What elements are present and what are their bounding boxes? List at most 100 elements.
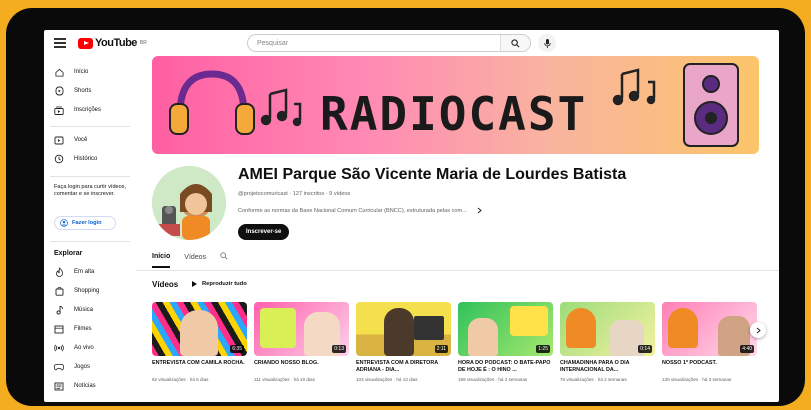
video-shelf: 6:35 ENTREVISTA COM CAMILA ROCHA. 62 vis… — [152, 302, 762, 402]
gaming-icon — [54, 362, 64, 372]
sidebar-item-shopping[interactable]: Shopping — [54, 285, 99, 297]
video-duration: 0:13 — [332, 345, 346, 353]
headphones-icon — [169, 70, 255, 135]
sidebar-item-trending[interactable]: Em alta — [54, 266, 94, 278]
tab-home[interactable]: Início — [152, 253, 171, 268]
sidebar-divider — [50, 241, 130, 242]
video-meta: 75 visualizações · há 2 semanas — [560, 377, 627, 382]
movies-icon — [54, 324, 64, 334]
video-card[interactable]: 0:13 CRIANDO NOSSO BLOG. 111 visualizaçõ… — [254, 302, 349, 382]
search-icon — [220, 252, 228, 260]
video-card[interactable]: 0:14 CHAMADINHA PARA O DIA INTERNACIONAL… — [560, 302, 655, 382]
sidebar-item-history[interactable]: Histórico — [54, 153, 97, 165]
sidebar-item-label: Música — [74, 307, 94, 313]
shelf-next-button[interactable] — [750, 322, 766, 338]
sidebar-item-subscriptions[interactable]: Inscrições — [54, 104, 101, 116]
play-icon — [192, 281, 197, 287]
home-icon — [54, 67, 64, 77]
tab-videos[interactable]: Vídeos — [184, 254, 206, 267]
tabs-divider — [136, 270, 779, 271]
video-thumbnail[interactable]: 6:35 — [152, 302, 247, 356]
video-duration: 6:35 — [230, 345, 244, 353]
channel-description[interactable]: Conforme as normas da Base Nacional Comu… — [238, 207, 482, 214]
sidebar-item-label: Shorts — [74, 88, 92, 94]
youtube-play-icon — [78, 37, 93, 49]
microphone-icon — [543, 38, 551, 48]
sidebar-item-label: Histórico — [74, 156, 98, 162]
chevron-right-icon — [477, 207, 482, 214]
video-title[interactable]: CHAMADINHA PARA O DIA INTERNACIONAL DA..… — [560, 360, 655, 374]
chevron-right-icon — [756, 327, 761, 333]
video-duration: 0:14 — [638, 345, 652, 353]
sidebar-item-home[interactable]: Início — [54, 66, 88, 78]
sidebar-item-movies[interactable]: Filmes — [54, 323, 92, 335]
sidebar-item-music[interactable]: Música — [54, 304, 93, 316]
video-duration: 1:25 — [536, 345, 550, 353]
news-icon — [54, 381, 64, 391]
banner-title: RADIOCAST — [320, 87, 587, 141]
channel-tabs: Início Vídeos — [152, 252, 228, 268]
video-meta: 111 visualizações · há 10 dias — [254, 377, 315, 382]
play-all-button[interactable]: Reproduzir tudo — [192, 281, 247, 287]
video-meta: 159 visualizações · há 2 semanas — [458, 377, 528, 382]
youtube-logo[interactable]: YouTube BR — [78, 37, 147, 49]
sidebar-item-live[interactable]: Ao vivo — [54, 342, 94, 354]
account-icon — [60, 219, 68, 227]
video-duration: 2:11 — [434, 345, 448, 353]
sidebar-item-you[interactable]: Você — [54, 134, 87, 146]
video-title[interactable]: HORA DO PODCAST: O BATE-PAPO DE HOJE É :… — [458, 360, 553, 374]
video-card[interactable]: 6:35 ENTREVISTA COM CAMILA ROCHA. 62 vis… — [152, 302, 247, 382]
sidebar: Início Shorts Inscrições Você Histórico … — [44, 58, 136, 402]
shopping-icon — [54, 286, 64, 296]
music-note-icon — [612, 68, 656, 106]
video-thumbnail[interactable]: 0:14 — [560, 302, 655, 356]
logo-text: YouTube — [95, 37, 137, 49]
search-icon — [511, 38, 520, 47]
video-meta: 103 visualizações · há 13 dias — [356, 377, 418, 382]
sidebar-divider — [50, 126, 130, 127]
sidebar-item-label: Em alta — [74, 269, 95, 275]
menu-icon[interactable] — [54, 38, 66, 48]
video-meta: 130 visualizações · há 3 semanas — [662, 377, 732, 382]
video-meta: 62 visualizações · há 5 dias — [152, 377, 209, 382]
channel-search-button[interactable] — [220, 252, 228, 268]
sidebar-item-label: Jogos — [74, 364, 91, 370]
video-title[interactable]: ENTREVISTA COM CAMILA ROCHA. — [152, 360, 247, 374]
banner-art: RADIOCAST — [169, 63, 739, 147]
video-card[interactable]: 2:11 ENTREVISTA COM A DIRETORA ADRIANA -… — [356, 302, 451, 382]
speaker-icon — [683, 63, 739, 147]
music-icon — [54, 305, 64, 315]
sidebar-item-label: Notícias — [74, 383, 96, 389]
search-button[interactable] — [500, 35, 530, 51]
sidebar-item-gaming[interactable]: Jogos — [54, 361, 90, 373]
video-card[interactable]: 1:25 HORA DO PODCAST: O BATE-PAPO DE HOJ… — [458, 302, 553, 382]
voice-search-button[interactable] — [538, 34, 556, 52]
video-thumbnail[interactable]: 1:25 — [458, 302, 553, 356]
sidebar-divider — [50, 176, 130, 177]
music-note-icon — [260, 88, 302, 127]
subscriptions-icon — [54, 105, 64, 115]
search-input[interactable]: Pesquisar — [248, 35, 500, 51]
video-card[interactable]: 4:40 NOSSO 1º PODCAST. 130 visualizações… — [662, 302, 757, 382]
sidebar-item-news[interactable]: Notícias — [54, 380, 96, 392]
video-thumbnail[interactable]: 2:11 — [356, 302, 451, 356]
history-icon — [54, 154, 64, 164]
subscribe-button[interactable]: Inscrever-se — [238, 224, 290, 240]
video-thumbnail[interactable]: 4:40 — [662, 302, 757, 356]
play-all-label: Reproduzir tudo — [202, 281, 247, 287]
sidebar-item-label: Ao vivo — [74, 345, 94, 351]
video-duration: 4:40 — [740, 345, 754, 353]
login-button-label: Fazer login — [72, 220, 102, 226]
video-title[interactable]: ENTREVISTA COM A DIRETORA ADRIANA - DIA.… — [356, 360, 451, 374]
avatar-illustration — [152, 166, 226, 240]
sidebar-item-shorts[interactable]: Shorts — [54, 85, 91, 97]
video-thumbnail[interactable]: 0:13 — [254, 302, 349, 356]
video-title[interactable]: NOSSO 1º PODCAST. — [662, 360, 757, 374]
channel-avatar[interactable] — [152, 166, 226, 240]
login-button[interactable]: Fazer login — [54, 216, 116, 230]
youtube-screen: YouTube BR Pesquisar Início Shorts Inscr… — [44, 30, 779, 402]
explore-heading: Explorar — [54, 250, 83, 257]
video-title[interactable]: CRIANDO NOSSO BLOG. — [254, 360, 349, 374]
login-prompt: Faça login para curtir vídeos, comentar … — [54, 184, 127, 197]
videos-section-title[interactable]: Vídeos — [152, 280, 178, 289]
